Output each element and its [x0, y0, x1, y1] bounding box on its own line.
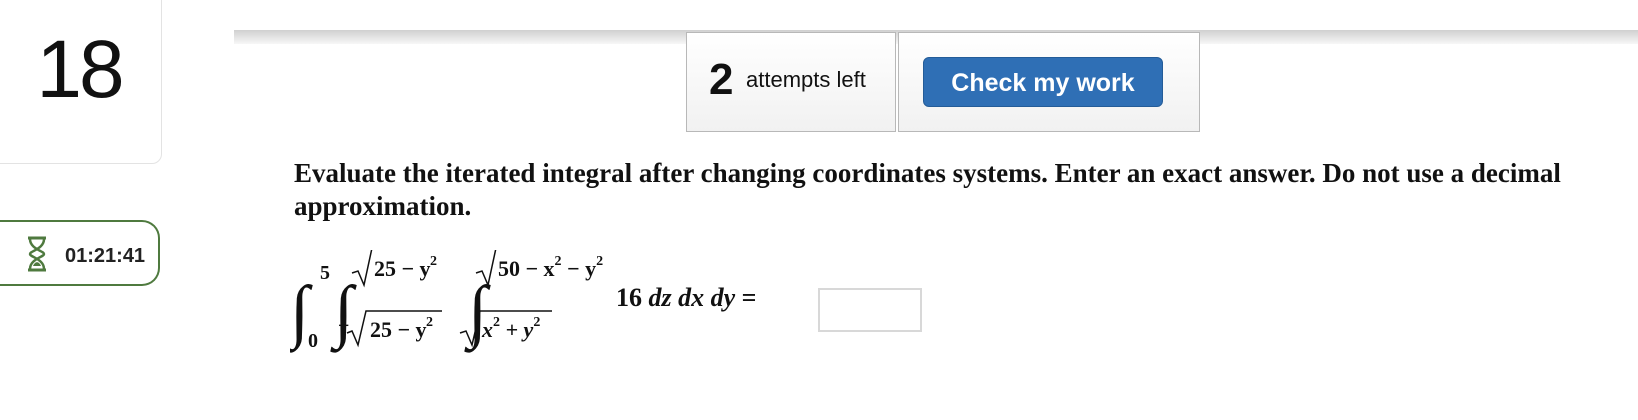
- int3-lower-limit: x2 + y2: [481, 315, 540, 342]
- integrand: 16 dz dx dy =: [616, 283, 757, 312]
- int3-upper-limit: 50 − x2 − y2: [498, 254, 603, 281]
- integral-sign-2: ∫: [330, 273, 357, 353]
- int1-lower-limit: 0: [308, 330, 318, 352]
- check-my-work-button[interactable]: Check my work: [923, 57, 1163, 107]
- int2-lower-exp: 2: [426, 315, 433, 330]
- int1-upper-limit: 5: [320, 262, 330, 284]
- timer-value: 01:21:41: [65, 245, 146, 267]
- answer-input[interactable]: [818, 288, 922, 332]
- int2-upper-limit: 25 − y: [374, 256, 431, 281]
- int2-upper-exp: 2: [430, 254, 437, 269]
- question-number: 18: [36, 24, 124, 115]
- attempts-panel: 2 attempts left: [686, 32, 896, 132]
- hourglass-icon: [28, 236, 46, 272]
- check-panel: Check my work: [898, 32, 1200, 132]
- timer: 01:21:41: [0, 220, 160, 286]
- int2-lower-neg: −: [338, 315, 349, 337]
- int2-lower-limit: 25 − y: [370, 317, 427, 342]
- attempts-label: attempts left: [746, 67, 866, 92]
- attempts-count: 2: [709, 55, 734, 104]
- question-prompt: Evaluate the iterated integral after cha…: [294, 158, 1561, 221]
- question-number-card: 18: [0, 0, 162, 164]
